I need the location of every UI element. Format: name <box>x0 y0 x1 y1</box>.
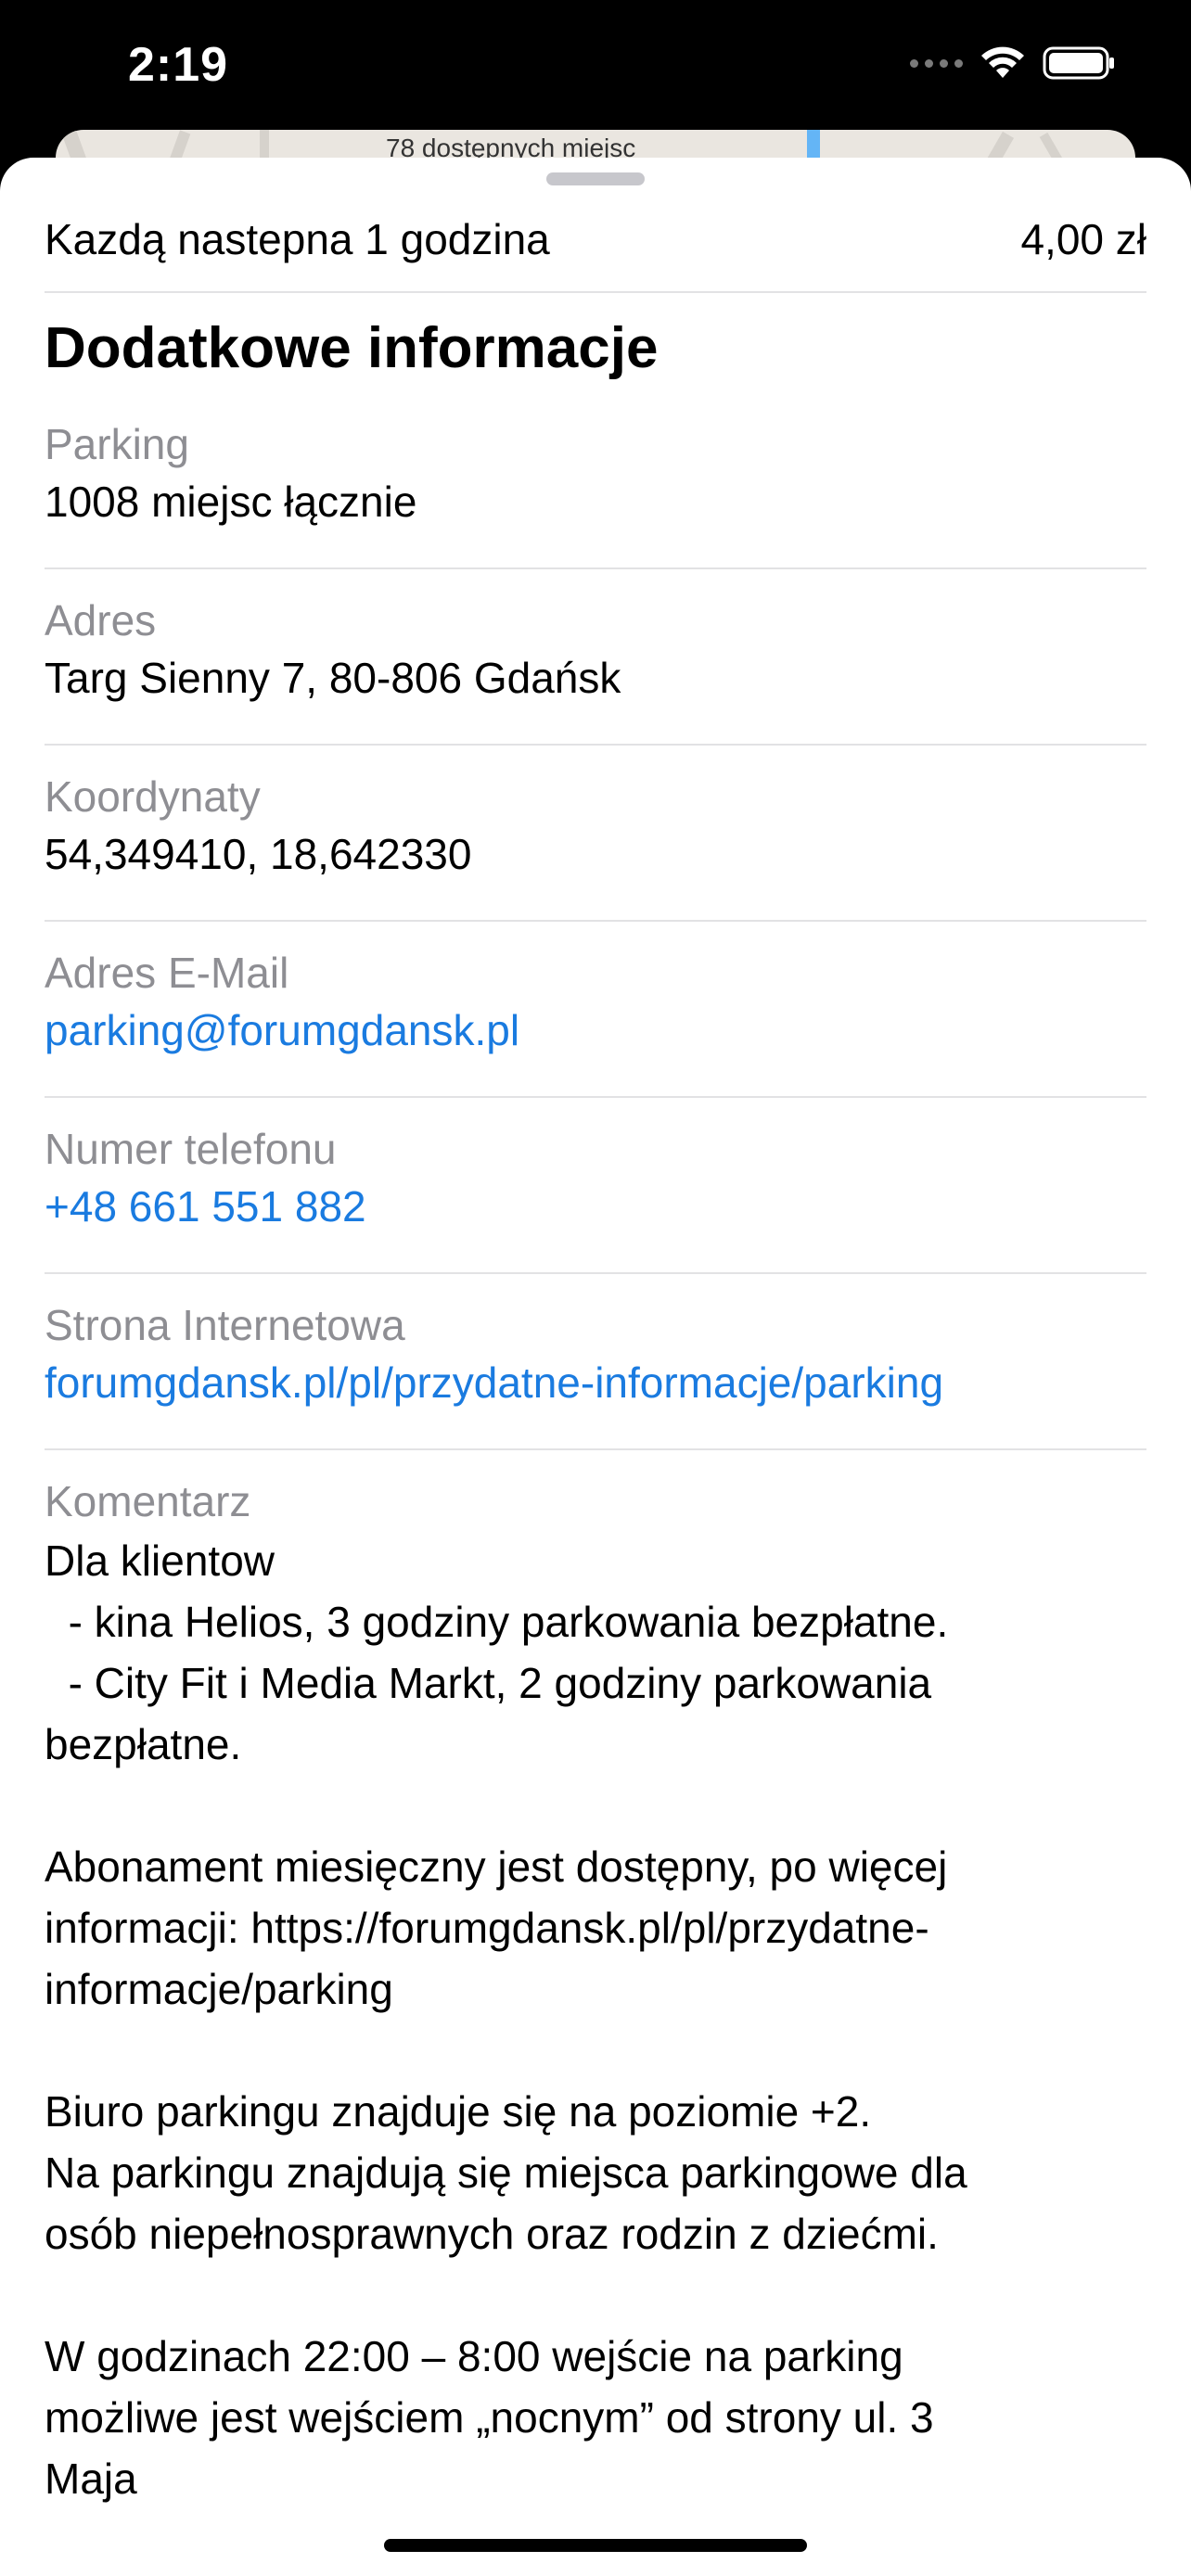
sheet-grabber[interactable] <box>546 172 645 185</box>
info-item-website: Strona Internetowa forumgdansk.pl/pl/prz… <box>45 1296 1146 1411</box>
divider <box>45 1448 1146 1450</box>
wifi-icon <box>981 46 1024 78</box>
comment-text: Dla klientow - kina Helios, 3 godziny pa… <box>45 1537 967 2503</box>
info-value: Targ Sienny 7, 80-806 Gdańsk <box>45 654 621 702</box>
info-label: Numer telefonu <box>45 1125 337 1173</box>
info-item-address: Adres Targ Sienny 7, 80-806 Gdańsk <box>45 592 1146 707</box>
status-bar: 2:19 <box>0 0 1191 139</box>
divider <box>45 920 1146 922</box>
parking-details-sheet: Kazdą nastepna 1 godzina 4,00 zł Dodatko… <box>0 158 1191 2576</box>
info-value: 54,349410, 18,642330 <box>45 830 472 878</box>
status-icons <box>910 46 1117 80</box>
info-label: Komentarz <box>45 1477 251 1525</box>
battery-icon <box>1043 46 1114 80</box>
info-label: Adres <box>45 596 157 644</box>
status-time: 2:19 <box>128 38 229 92</box>
price-row: Kazdą nastepna 1 godzina 4,00 zł <box>45 202 1146 276</box>
divider <box>45 1272 1146 1274</box>
info-item-coordinates: Koordynaty 54,349410, 18,642330 <box>45 768 1146 883</box>
info-item-phone: Numer telefonu +48 661 551 882 <box>45 1120 1146 1235</box>
home-indicator[interactable] <box>384 2539 807 2552</box>
info-label: Parking <box>45 420 189 468</box>
divider <box>45 744 1146 746</box>
info-value: 1008 miejsc łącznie <box>45 478 417 526</box>
info-item-parking: Parking 1008 miejsc łącznie <box>45 415 1146 530</box>
phone-link[interactable]: +48 661 551 882 <box>45 1178 1146 1235</box>
info-label: Koordynaty <box>45 772 261 821</box>
section-title: Dodatkowe informacje <box>45 316 659 380</box>
cellular-signal-icon <box>910 58 963 68</box>
info-item-email: Adres E-Mail parking@forumgdansk.pl <box>45 944 1146 1059</box>
info-item-comment: Komentarz Dla klientow - kina Helios, 3 … <box>45 1473 1146 2509</box>
divider <box>45 291 1146 293</box>
price-label: Kazdą nastepna 1 godzina <box>45 215 550 263</box>
divider <box>45 1096 1146 1098</box>
divider <box>45 567 1146 569</box>
info-label: Adres E-Mail <box>45 949 289 997</box>
info-label: Strona Internetowa <box>45 1301 405 1349</box>
price-value: 4,00 zł <box>1020 215 1146 263</box>
website-link[interactable]: forumgdansk.pl/pl/przydatne-informacje/p… <box>45 1354 1146 1411</box>
email-link[interactable]: parking@forumgdansk.pl <box>45 1001 1146 1059</box>
